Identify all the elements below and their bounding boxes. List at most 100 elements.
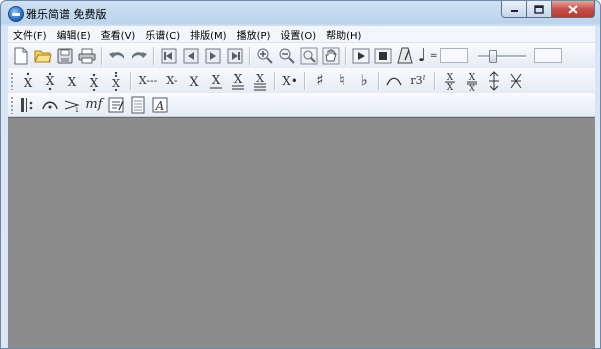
fermata-icon <box>42 101 58 109</box>
hand-icon <box>322 47 340 64</box>
note-double-dot-icon: X <box>112 71 120 91</box>
lyrics-button[interactable] <box>105 94 127 115</box>
menu-edit[interactable]: 编辑(E) <box>52 27 96 42</box>
print-icon <box>78 48 96 63</box>
chord-down-icon: XX <box>467 73 477 91</box>
note-eighth-button[interactable]: X <box>205 70 227 91</box>
menu-file[interactable]: 文件(F) <box>8 27 52 42</box>
natural-button[interactable]: ♮ <box>331 70 353 91</box>
repeat-barline-button[interactable] <box>17 94 39 115</box>
redo-icon <box>132 51 147 59</box>
page-prev-button[interactable] <box>180 45 202 66</box>
metronome-button[interactable] <box>394 45 416 66</box>
decrescendo-button[interactable]: 1 <box>61 94 83 115</box>
chord-up-button[interactable]: XX <box>439 70 461 91</box>
page-first-button[interactable] <box>158 45 180 66</box>
triplet-icon: r3ˀ <box>410 74 426 87</box>
app-window: 雅乐简谱 免费版 文件(F) 编辑(E) 查看(V) 乐谱(C) 排版(M) 播… <box>0 0 601 349</box>
note-sixteenth-icon: X <box>232 72 244 89</box>
page-layout-button[interactable] <box>127 94 149 115</box>
maximize-button[interactable] <box>527 1 552 18</box>
fermata-button[interactable] <box>39 94 61 115</box>
window-frame-left <box>1 25 8 348</box>
speed-input[interactable] <box>533 48 562 63</box>
text-button[interactable]: A <box>149 94 171 115</box>
dynamics-button[interactable]: mf <box>83 94 105 115</box>
note-sixteenth-button[interactable]: X <box>227 70 249 91</box>
page-last-button[interactable] <box>224 45 246 66</box>
note-x-dot-low-button[interactable]: X <box>83 70 105 91</box>
toolbar-grip <box>10 95 14 114</box>
note-whole-icon: X--- <box>138 74 158 87</box>
text-icon: A <box>152 97 168 113</box>
window-title: 雅乐简谱 免费版 <box>26 8 107 21</box>
quarter-note-icon: ♩ <box>417 44 427 66</box>
print-button[interactable] <box>76 45 98 66</box>
note-x-double-dot-button[interactable]: X <box>105 70 127 91</box>
app-logo-icon <box>8 6 24 22</box>
play-button[interactable] <box>350 45 372 66</box>
slur-button[interactable] <box>383 70 405 91</box>
note-half-icon: X- <box>166 74 178 87</box>
note-whole-button[interactable]: X--- <box>135 70 161 91</box>
note-quarter-icon: X <box>189 75 199 90</box>
save-button[interactable] <box>54 45 76 66</box>
transpose-up-button[interactable] <box>483 70 505 91</box>
caption-buttons <box>501 1 595 19</box>
menu-view[interactable]: 查看(V) <box>96 27 141 42</box>
score-workspace[interactable] <box>8 117 595 348</box>
transpose-down-button[interactable] <box>505 70 527 91</box>
stop-icon <box>374 48 392 63</box>
speed-slider-thumb[interactable] <box>488 49 497 63</box>
toolbar-separator <box>378 71 380 90</box>
play-icon <box>352 48 370 63</box>
svg-text:X: X <box>256 72 264 85</box>
note-x-dot-below-button[interactable]: X <box>39 70 61 91</box>
page-first-icon <box>161 48 177 63</box>
menu-score[interactable]: 乐谱(C) <box>140 27 185 42</box>
page-layout-icon <box>131 96 145 113</box>
save-icon <box>57 48 73 63</box>
note-x-dot-above-button[interactable]: X <box>17 70 39 91</box>
minimize-button[interactable] <box>501 1 527 18</box>
stop-button[interactable] <box>372 45 394 66</box>
undo-button[interactable] <box>106 45 128 66</box>
note-half-button[interactable]: X- <box>161 70 183 91</box>
lyrics-icon <box>108 97 124 112</box>
note-thirtysecond-button[interactable]: X <box>249 70 271 91</box>
svg-text:X: X <box>68 75 77 89</box>
chord-down-button[interactable]: XX <box>461 70 483 91</box>
main-toolbar: ♩ = <box>8 43 595 69</box>
tempo-input[interactable] <box>439 48 468 63</box>
page-next-icon <box>205 48 221 63</box>
note-quarter-button[interactable]: X <box>183 70 205 91</box>
new-button[interactable] <box>10 45 32 66</box>
zoom-in-button[interactable] <box>254 45 276 66</box>
close-icon <box>568 4 578 14</box>
menu-play[interactable]: 播放(P) <box>232 27 276 42</box>
close-button[interactable] <box>552 1 595 18</box>
open-button[interactable] <box>32 45 54 66</box>
sharp-button[interactable]: ♯ <box>309 70 331 91</box>
note-eighth-icon: X <box>210 73 222 88</box>
menu-settings[interactable]: 设置(O) <box>275 27 321 42</box>
menu-layout[interactable]: 排版(M) <box>185 27 231 42</box>
svg-text:A: A <box>155 99 165 113</box>
flat-button[interactable]: ♭ <box>353 70 375 91</box>
hand-button[interactable] <box>320 45 342 66</box>
note-x-plain-button[interactable]: X <box>61 70 83 91</box>
page-prev-icon <box>183 48 199 63</box>
zoom-fit-button[interactable] <box>298 45 320 66</box>
zoom-fit-icon <box>300 47 318 64</box>
svg-text:X: X <box>234 72 243 86</box>
svg-text:X: X <box>24 76 33 90</box>
toolbar-separator <box>153 46 155 65</box>
menu-help[interactable]: 帮助(H) <box>321 27 366 42</box>
triplet-button[interactable]: r3ˀ <box>405 70 431 91</box>
page-next-button[interactable] <box>202 45 224 66</box>
speed-slider[interactable] <box>476 48 528 64</box>
zoom-out-button[interactable] <box>276 45 298 66</box>
note-dotted-button[interactable]: X• <box>279 70 301 91</box>
redo-button[interactable] <box>128 45 150 66</box>
title-bar: 雅乐简谱 免费版 <box>1 1 600 25</box>
